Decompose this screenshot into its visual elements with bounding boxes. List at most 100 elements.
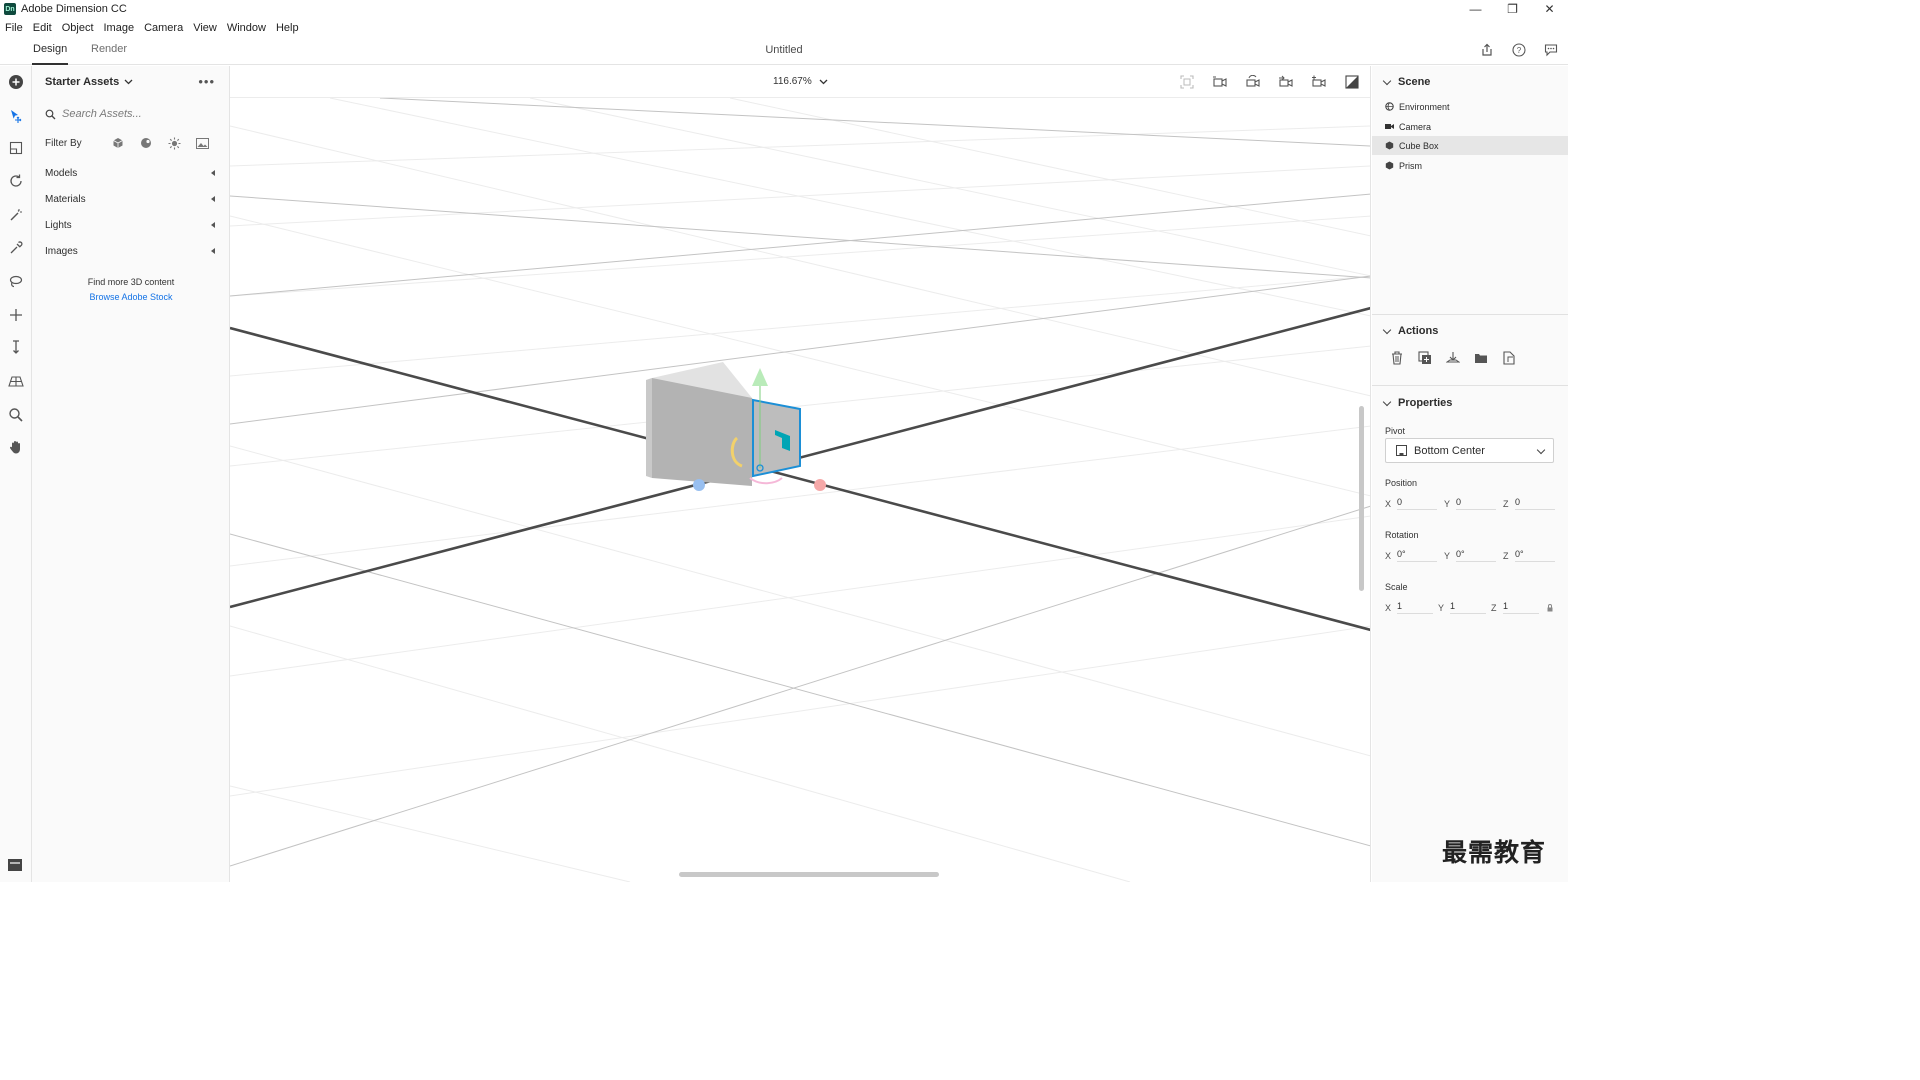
render-preview-icon[interactable] [1342,73,1361,91]
share-icon[interactable] [1478,41,1496,59]
move-icon[interactable] [6,305,26,325]
document-title: Untitled [765,44,803,56]
add-icon[interactable] [6,72,26,92]
menu-image[interactable]: Image [99,22,140,34]
select-icon[interactable] [6,106,26,126]
3d-canvas[interactable]: 116.67% [230,66,1371,882]
category-images[interactable]: Images [45,243,215,259]
category-lights-label: Lights [45,219,72,231]
menu-window[interactable]: Window [222,22,271,34]
caret-left-icon [211,170,215,176]
restore-button[interactable]: ❐ [1494,0,1531,18]
vertical-scrollbar[interactable] [1359,406,1364,591]
scene-render[interactable] [230,66,1371,882]
camera-pan-icon[interactable] [1243,73,1262,91]
export-selected-icon[interactable] [1501,350,1517,366]
scale-x-field[interactable]: X1 [1385,601,1433,614]
position-x-field[interactable]: X0 [1385,497,1437,510]
horizontal-scrollbar[interactable] [679,872,939,877]
delete-icon[interactable] [1389,350,1405,366]
axis-label: Z [1503,498,1509,509]
vertical-move-icon[interactable] [6,337,26,357]
menu-camera[interactable]: Camera [139,22,188,34]
materials-filter-icon[interactable] [139,136,153,150]
assets-panel: Starter Assets ••• Search Assets... Filt… [32,66,230,882]
chevron-down-icon [819,79,828,84]
eyedropper-icon[interactable] [6,238,26,258]
prism-model[interactable] [646,362,752,486]
scene-item-cube-box[interactable]: Cube Box [1372,136,1568,155]
pivot-select[interactable]: Bottom Center [1385,438,1554,463]
group-icon[interactable] [1473,350,1489,366]
models-filter-icon[interactable] [111,136,125,150]
chevron-down-icon [1382,76,1392,85]
scene-item-label: Camera [1399,121,1432,132]
camera-dolly-icon[interactable] [1276,73,1295,91]
search-icon [45,109,56,119]
position-z-field[interactable]: Z0 [1503,497,1555,510]
lasso-icon[interactable] [6,272,26,292]
actions-section-header[interactable]: Actions [1382,325,1439,337]
zoom-dropdown[interactable]: 116.67% [773,76,828,87]
pivot-value: Bottom Center [1414,444,1485,457]
feedback-icon[interactable] [1542,41,1560,59]
menu-help[interactable]: Help [271,22,304,34]
axis-label: Z [1491,602,1497,613]
more-options-button[interactable]: ••• [198,74,215,89]
menu-bar: File Edit Object Image Camera View Windo… [0,18,1568,37]
category-models-label: Models [45,167,78,179]
model-icon [1385,141,1394,150]
frame-selection-icon[interactable] [1177,73,1196,91]
rotation-z-field[interactable]: Z 0° [1503,549,1555,562]
viewport-toolbar: 116.67% [230,66,1370,98]
minimize-button[interactable]: — [1457,0,1494,18]
position-y-field[interactable]: Y0 [1444,497,1496,510]
search-assets-input[interactable]: Search Assets... [45,104,217,124]
camera-orbit-icon[interactable] [1210,73,1229,91]
rotation-label: Rotation [1385,530,1419,540]
pivot-bottom-center-icon [1396,445,1407,456]
category-models[interactable]: Models [45,165,215,181]
frame-icon[interactable] [6,138,26,158]
place-on-ground-icon[interactable] [1445,350,1461,366]
menu-file[interactable]: File [0,22,28,34]
actions-title: Actions [1398,325,1439,337]
menu-object[interactable]: Object [57,22,99,34]
lock-icon[interactable] [1547,603,1553,615]
duplicate-icon[interactable] [1417,350,1433,366]
scale-z-field[interactable]: Z1 [1491,601,1539,614]
perspective-icon[interactable] [6,371,26,391]
panel-toggle-icon[interactable] [7,858,23,875]
scene-item-camera[interactable]: Camera [1372,117,1568,136]
lights-filter-icon[interactable] [167,136,181,150]
scene-item-environment[interactable]: Environment [1372,97,1568,116]
hand-icon[interactable] [6,437,26,457]
scale-y-field[interactable]: Y1 [1438,601,1486,614]
scene-section-header[interactable]: Scene [1382,76,1430,88]
menu-view[interactable]: View [188,22,222,34]
close-button[interactable]: ✕ [1531,0,1568,18]
rotation-y-field[interactable]: Y 0° [1444,549,1496,562]
position-label: Position [1385,478,1418,488]
scale-z-value: 1 [1503,601,1539,614]
scene-item-prism[interactable]: Prism [1372,156,1568,175]
rotation-x-field[interactable]: X 0° [1385,549,1437,562]
browse-adobe-stock-link[interactable]: Browse Adobe Stock [32,290,230,305]
help-icon[interactable]: ? [1510,41,1528,59]
divider [1372,314,1568,315]
magic-wand-icon[interactable] [6,205,26,225]
camera-bookmark-icon[interactable] [1309,73,1328,91]
menu-edit[interactable]: Edit [28,22,57,34]
position-x-value: 0 [1397,497,1437,510]
orbit-icon[interactable] [6,171,26,191]
search-placeholder: Search Assets... [62,108,142,120]
assets-library-dropdown[interactable]: Starter Assets [45,76,133,88]
images-filter-icon[interactable] [195,136,209,150]
axis-label: X [1385,602,1392,613]
properties-section-header[interactable]: Properties [1382,397,1452,409]
category-materials[interactable]: Materials [45,191,215,207]
category-lights[interactable]: Lights [45,217,215,233]
assets-header-label: Starter Assets [45,76,120,88]
rotation-z-value: 0° [1515,549,1555,562]
zoom-icon[interactable] [6,405,26,425]
